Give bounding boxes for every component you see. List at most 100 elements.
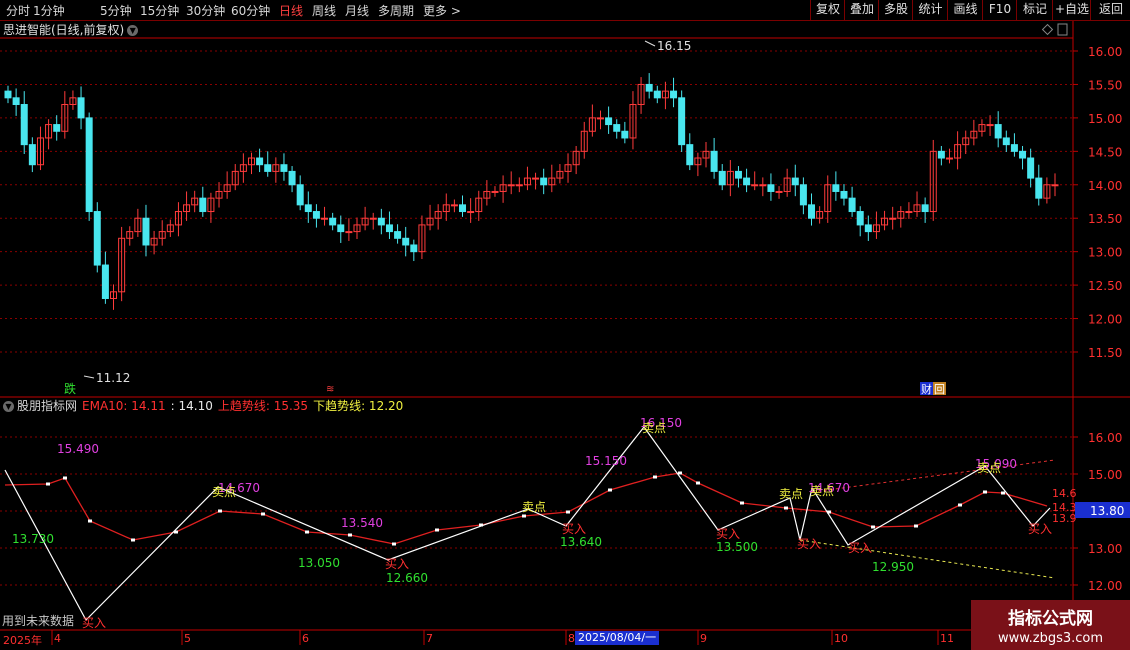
right-value-label: 13.9 (1052, 512, 1077, 525)
candle-body (1002, 137, 1010, 146)
candle-body (791, 177, 799, 186)
ema-point (63, 476, 67, 480)
candle-body (889, 217, 897, 220)
candle-body (1019, 150, 1027, 159)
peak-value-label: 15.150 (585, 454, 627, 468)
candle-body (507, 184, 515, 187)
candle-body (53, 124, 61, 132)
peak-value-label: 13.540 (341, 516, 383, 530)
x-month-label: 6 (302, 632, 309, 645)
sell-signal-label: 卖点 (810, 484, 834, 498)
ema-point (46, 482, 50, 486)
candle-body (385, 224, 393, 233)
trough-value-label: 12.950 (872, 560, 914, 574)
candle-body (645, 83, 653, 92)
candle-body (467, 211, 475, 214)
y-tick-label: 13.50 (1088, 212, 1122, 226)
y-tick-label: 13.00 (1088, 246, 1122, 260)
y-tick-label: 16.00 (1088, 45, 1122, 59)
y-tick-label: 12.50 (1088, 279, 1122, 293)
candle-body (596, 117, 604, 120)
candle-body (832, 184, 840, 192)
watermark-url: www.zbgs3.com (997, 631, 1104, 646)
candle-body (759, 184, 767, 187)
candle-body (1035, 177, 1043, 199)
event-marker: ≋ (326, 384, 334, 395)
candle-body (93, 211, 101, 266)
candle-body (613, 124, 621, 132)
candle-body (848, 197, 856, 213)
candle-body (799, 184, 807, 206)
buy-signal-label: 买入 (562, 522, 586, 536)
ema-point (740, 501, 744, 505)
ema-point (522, 514, 526, 518)
ema-point (696, 481, 700, 485)
y-tick-label: 12.00 (1088, 313, 1122, 327)
candle-body (450, 204, 458, 207)
buy-signal-label: 买入 (1028, 522, 1052, 536)
candle-body (670, 90, 678, 99)
x-year-label: 2025年 (3, 634, 42, 647)
ema-point (261, 512, 265, 516)
candle-body (142, 217, 150, 246)
ema-point (348, 533, 352, 537)
candle-body (101, 264, 109, 299)
window-icon (1057, 23, 1068, 36)
y-tick-label: 15.00 (1088, 468, 1122, 482)
stock-chart[interactable]: 16.00 15.50 15.00 14.50 14.00 13.50 13.00 12.50… (0, 0, 1130, 650)
diamond-icon (1041, 23, 1054, 36)
candle-body (605, 117, 613, 126)
candle-body (921, 204, 929, 213)
candle-body (734, 170, 742, 179)
trough-value-label: 13.640 (560, 535, 602, 549)
candle-body (840, 190, 848, 199)
watermark: 指标公式网 www.zbgs3.com (971, 600, 1130, 650)
future-data-note: 用到未来数据 (2, 613, 74, 628)
ema-point (608, 488, 612, 492)
candle-body (905, 211, 913, 214)
current-value-label: 13.80 (1090, 504, 1124, 518)
ema-point (871, 525, 875, 529)
y-tick-label: 14.50 (1088, 145, 1122, 159)
candle-body (1051, 184, 1059, 187)
low-price-label: 11.12 (96, 371, 130, 385)
candle-body (4, 90, 12, 99)
candle-body (280, 164, 288, 172)
y-tick-label: 16.00 (1088, 431, 1122, 445)
ema-point (653, 475, 657, 479)
candle-body (653, 90, 661, 99)
ema-point (784, 506, 788, 510)
ema-point (958, 503, 962, 507)
candle-body (986, 124, 994, 127)
candle-body (288, 170, 296, 186)
candle-body (743, 177, 751, 186)
candle-body (532, 177, 540, 180)
candle-body (937, 150, 945, 159)
candle-body (77, 97, 85, 119)
candle-body (304, 204, 312, 213)
right-value-label: 14.6 (1052, 487, 1077, 500)
watermark-title: 指标公式网 (1008, 609, 1093, 629)
candle-body (345, 231, 353, 234)
ema-point (218, 509, 222, 513)
y-tick-label: 12.00 (1088, 579, 1122, 593)
ema-point (392, 542, 396, 546)
candle-body (1010, 144, 1018, 152)
candle-body (515, 184, 523, 187)
high-price-label: 16.15 (657, 39, 691, 53)
buy-signal-label: 买入 (82, 616, 106, 630)
sell-signal-label: 卖点 (779, 487, 803, 501)
candle-body (337, 224, 345, 233)
candle-body (402, 237, 410, 246)
candle-body (12, 97, 20, 106)
buy-signal-label: 买入 (797, 537, 821, 551)
candle-body (751, 184, 759, 187)
candle-body (459, 204, 467, 213)
candle-body (540, 177, 548, 186)
candle-body (1027, 157, 1035, 179)
peak-value-label: 15.490 (57, 442, 99, 456)
x-month-label: 5 (184, 632, 191, 645)
y-tick-label: 13.00 (1088, 542, 1122, 556)
trough-value-label: 13.500 (716, 540, 758, 554)
candle-body (28, 144, 36, 166)
